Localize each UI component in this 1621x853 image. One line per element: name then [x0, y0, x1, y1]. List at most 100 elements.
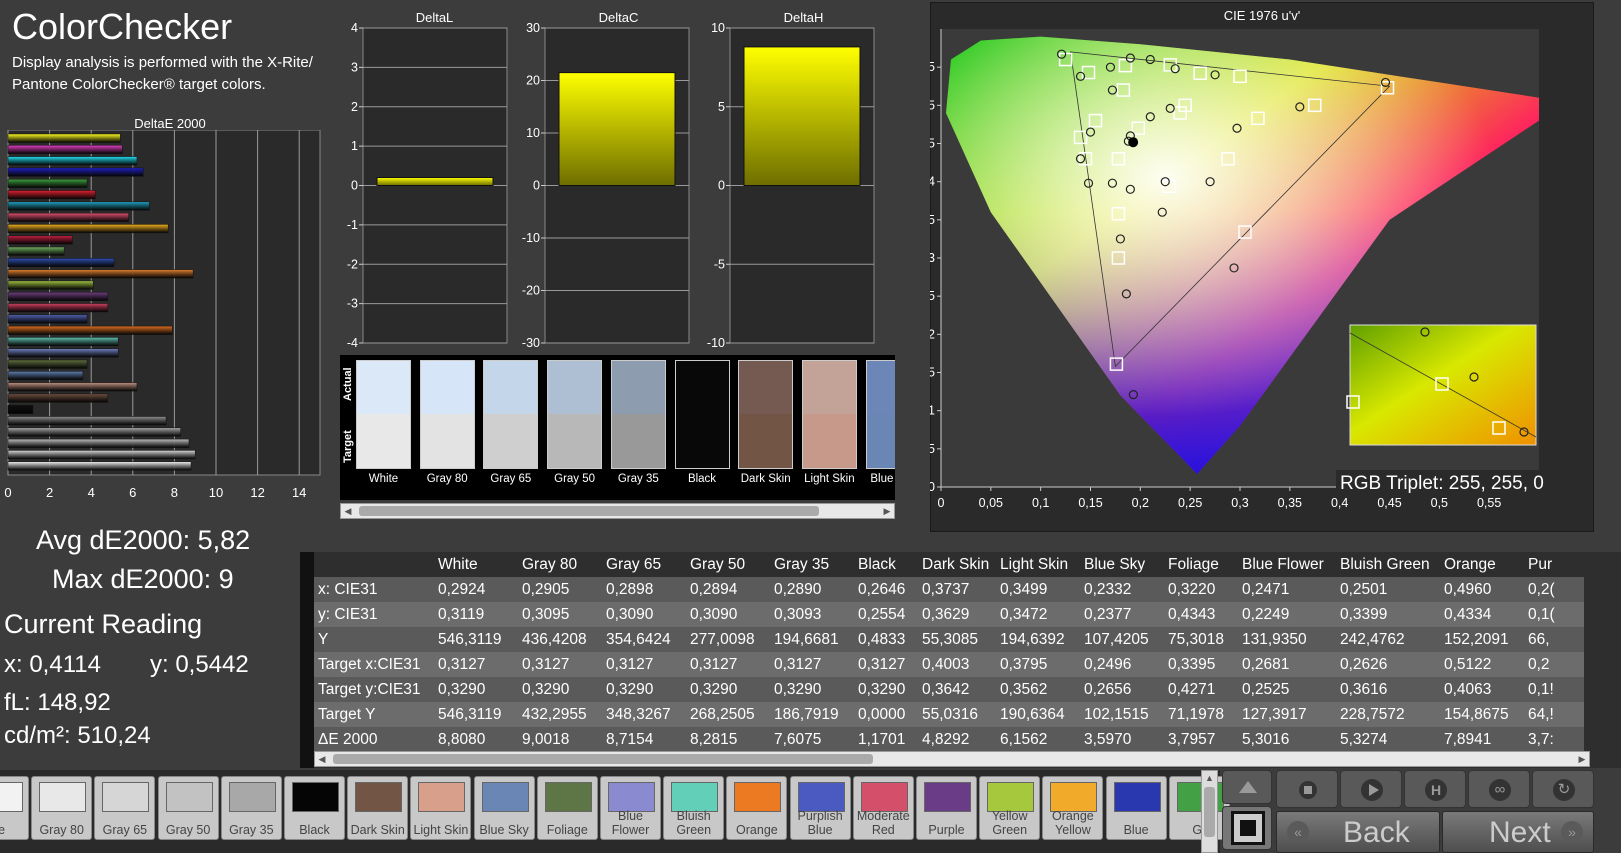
- table-cell: 0,2332: [1080, 577, 1164, 602]
- table-cell: 432,2955: [518, 702, 602, 727]
- swatch-button[interactable]: Yellow Green: [979, 776, 1041, 840]
- swatch-button[interactable]: Light Skin: [410, 776, 472, 840]
- avg-de-readout: Avg dE2000: 5,82: [36, 525, 251, 555]
- page-description: Display analysis is performed with the X…: [12, 52, 342, 96]
- swatch-button[interactable]: Dark Skin: [347, 776, 409, 840]
- swatch-chip: [481, 782, 529, 812]
- swatch-label: Orange: [736, 823, 778, 837]
- target-label: Target: [342, 430, 354, 463]
- swatch-button[interactable]: Foliage: [536, 776, 598, 840]
- stop-button[interactable]: [1222, 806, 1272, 850]
- table-cell: 5,3016: [1238, 727, 1336, 752]
- rgb-triplet: RGB Triplet: 255, 255, 0: [1336, 470, 1586, 498]
- swatch-button[interactable]: Purple: [916, 776, 977, 840]
- hold-button[interactable]: H: [1404, 770, 1466, 808]
- swatch-scroll-up[interactable]: ▲: [1203, 773, 1216, 785]
- table-cell: 0,3093: [770, 602, 854, 627]
- swatch-chip: [797, 782, 845, 812]
- patch-scroll-thumb[interactable]: [359, 506, 819, 516]
- swatch-button[interactable]: Gray 35: [220, 776, 282, 840]
- table-cell: 0,2501: [1336, 577, 1440, 602]
- patch-label: Gray 35: [617, 473, 659, 485]
- deltae-tick-label: 8: [171, 485, 178, 500]
- table-scroll-left[interactable]: ◀: [315, 752, 329, 766]
- table-scroll-right[interactable]: ▶: [1575, 752, 1589, 766]
- infinity-icon: ∞: [1489, 779, 1511, 801]
- deltae-bar: [7, 167, 144, 177]
- x-reading: x: 0,4114: [4, 651, 101, 678]
- swatch-button[interactable]: Orange Yellow: [1042, 776, 1104, 840]
- scroll-left-arrow[interactable]: ◀: [341, 504, 355, 518]
- swatch-button[interactable]: Purplish Blue: [789, 776, 851, 840]
- deltae-bar: [7, 337, 119, 347]
- loop-button[interactable]: ∞: [1468, 770, 1530, 808]
- cie-y-tick: 0,1: [930, 404, 935, 418]
- table-cell: 3,7:: [1524, 727, 1584, 752]
- deltah-tick-label: -10: [707, 336, 725, 350]
- deltae-bar: [7, 280, 94, 290]
- table-cell: 0,3220: [1164, 577, 1238, 602]
- swatch-button[interactable]: Gray 65: [94, 776, 156, 840]
- deltae-tick-label: 2: [46, 485, 53, 500]
- next-button[interactable]: Next »: [1442, 811, 1594, 853]
- table-cell: 9,0018: [518, 727, 602, 752]
- deltae-bar: [7, 269, 194, 279]
- play-button[interactable]: [1340, 770, 1402, 808]
- swatch-button[interactable]: Gr: [1168, 776, 1230, 840]
- swatch-scroll-thumb[interactable]: [1204, 787, 1215, 837]
- table-cell: 0,2681: [1238, 652, 1336, 677]
- swatch-button[interactable]: Moderate Red: [852, 776, 914, 840]
- deltae-bar: [7, 348, 119, 358]
- swatch-label: Blue Flower: [611, 809, 650, 837]
- swatch-button[interactable]: Blue Sky: [473, 776, 535, 840]
- table-cell: 0,1(: [1524, 602, 1584, 627]
- table-cell: 0,3472: [996, 602, 1080, 627]
- table-row: ΔE 2000 8,8080 9,0018 8,7154 8,2815 7,6075 1,1…: [314, 727, 1584, 752]
- refresh-button[interactable]: ↻: [1532, 770, 1594, 808]
- table-scrollbar[interactable]: ◀ ▶: [314, 751, 1590, 767]
- scroll-right-arrow[interactable]: ▶: [880, 504, 894, 518]
- deltae-chart: 0 2 4 6 8 10 12 14: [4, 130, 321, 500]
- swatch-button[interactable]: Blue Flower: [600, 776, 661, 840]
- table-cell: 0,2924: [434, 577, 518, 602]
- table-header-cell: Foliage: [1164, 552, 1238, 577]
- swatch-label: Gr: [1192, 823, 1207, 837]
- swatch-button[interactable]: ite: [0, 776, 29, 840]
- patch-scrollbar[interactable]: ◀ ▶: [340, 503, 895, 519]
- swatch-button[interactable]: Blue: [1105, 776, 1167, 840]
- deltae-chart-title: DeltaE 2000: [134, 116, 206, 131]
- swatch-button[interactable]: Orange: [726, 776, 788, 840]
- table-header-cell: Gray 50: [686, 552, 770, 577]
- deltae-bar: [7, 314, 88, 324]
- stop-small-button[interactable]: [1276, 770, 1338, 808]
- swatch-button[interactable]: Gray 80: [31, 776, 93, 840]
- table-row-label: Target y:CIE31: [314, 677, 434, 702]
- swatch-button[interactable]: Gray 50: [157, 776, 219, 840]
- table-cell: 0,2890: [770, 577, 854, 602]
- table-scroll-thumb[interactable]: [333, 754, 873, 764]
- patch-label: Black: [687, 473, 717, 485]
- swatch-label: Gray 35: [229, 823, 274, 837]
- table-cell: 0,4833: [854, 627, 918, 652]
- swatch-button[interactable]: Black: [284, 776, 345, 840]
- data-table-grid: White Gray 80 Gray 65 Gray 50 Gray 35 Black Da…: [314, 552, 1584, 752]
- table-header-cell: Pur: [1524, 552, 1584, 577]
- table-cell: 107,4205: [1080, 627, 1164, 652]
- patch-target: [801, 414, 857, 469]
- patch-item: Gray 50: [547, 360, 603, 495]
- deltae-bar: [7, 359, 88, 369]
- swatch-chip: [671, 782, 719, 812]
- up-button[interactable]: [1222, 770, 1272, 804]
- description-line-1: Display analysis is performed with the X…: [12, 54, 313, 71]
- stop-frame-icon: [1231, 811, 1265, 845]
- table-cell: 0,5122: [1440, 652, 1524, 677]
- deltal-tick-label: 2: [351, 100, 358, 114]
- swatch-scrollbar[interactable]: ▲: [1201, 770, 1218, 853]
- table-header-cell: Gray 65: [602, 552, 686, 577]
- table-cell: 0,4343: [1164, 602, 1238, 627]
- table-cell: 0,3090: [602, 602, 686, 627]
- patch-item: Black: [674, 360, 730, 495]
- swatch-button[interactable]: Bluish Green: [663, 776, 725, 840]
- table-cell: 0,2496: [1080, 652, 1164, 677]
- back-button[interactable]: « Back: [1276, 811, 1440, 853]
